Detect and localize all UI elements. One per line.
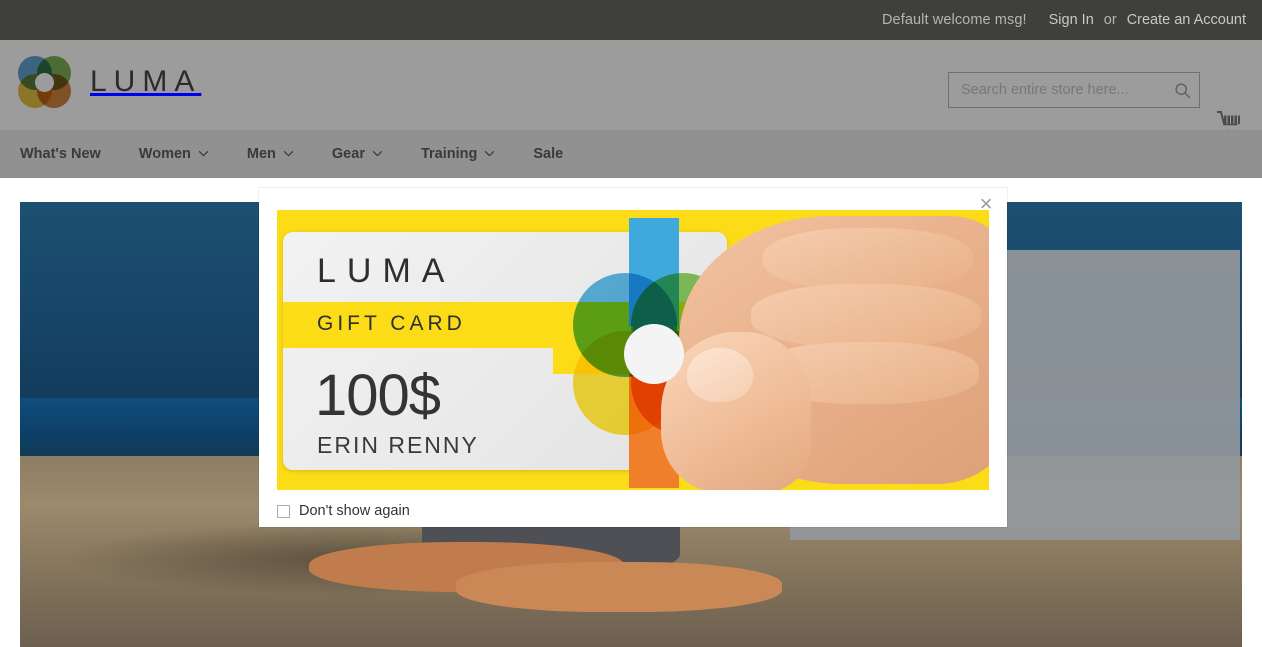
nav-item-sale[interactable]: Sale: [533, 146, 563, 162]
search-icon[interactable]: [1174, 82, 1191, 99]
top-utility-links: Default welcome msg! Sign In or Create a…: [882, 12, 1246, 28]
nav-label: Sale: [533, 145, 564, 162]
nav-label: Gear: [331, 145, 365, 162]
gift-card-promo-image[interactable]: LUMA GIFT CARD 100$ ERIN RENNY: [277, 210, 989, 490]
create-account-link[interactable]: Create an Account: [1127, 12, 1246, 28]
dont-show-again-row[interactable]: Don't show again: [277, 503, 410, 519]
gift-card-type: GIFT CARD: [317, 312, 466, 335]
chevron-down-icon: [372, 150, 383, 157]
top-utility-bar: Default welcome msg! Sign In or Create a…: [0, 0, 1262, 40]
promo-modal-body[interactable]: LUMA GIFT CARD 100$ ERIN RENNY: [277, 210, 989, 490]
main-navigation: What's New Women Men Gear Training Sale: [0, 130, 1262, 178]
logo-text: LUMA: [90, 65, 202, 98]
or-separator: or: [1103, 12, 1117, 28]
luma-storefront-page: Default welcome msg! Sign In or Create a…: [0, 0, 1262, 647]
gift-card-holder: ERIN RENNY: [317, 432, 479, 458]
promo-modal: × LUMA GIFT CARD 100$ ERIN RENNY Don't s…: [259, 188, 1007, 527]
site-header: LUMA: [0, 40, 1262, 135]
dont-show-again-label[interactable]: Don't show again: [299, 503, 410, 519]
nav-label: Training: [420, 145, 478, 162]
nav-item-whats-new[interactable]: What's New: [20, 146, 101, 162]
luma-rings-logo-icon: [18, 56, 72, 108]
nav-label: What's New: [20, 145, 101, 162]
chevron-down-icon: [485, 150, 495, 157]
sign-in-link[interactable]: Sign In: [1049, 12, 1094, 28]
nav-item-men[interactable]: Men: [247, 146, 294, 162]
site-logo[interactable]: LUMA: [18, 56, 201, 108]
gift-card-brand: LUMA: [317, 252, 456, 290]
hand-holding-card: [657, 210, 989, 490]
nav-item-training[interactable]: Training: [421, 146, 495, 162]
nav-label: Women: [138, 145, 191, 162]
dont-show-again-checkbox[interactable]: [277, 504, 290, 518]
chevron-down-icon: [283, 150, 294, 157]
chevron-down-icon: [198, 150, 209, 157]
gift-card-amount: 100$: [315, 363, 441, 428]
search-box[interactable]: [948, 72, 1200, 108]
nav-label: Men: [246, 145, 276, 162]
search-input[interactable]: [961, 82, 1174, 98]
nav-item-gear[interactable]: Gear: [332, 146, 383, 162]
welcome-message: Default welcome msg!: [881, 12, 1027, 28]
nav-item-women[interactable]: Women: [139, 146, 209, 162]
